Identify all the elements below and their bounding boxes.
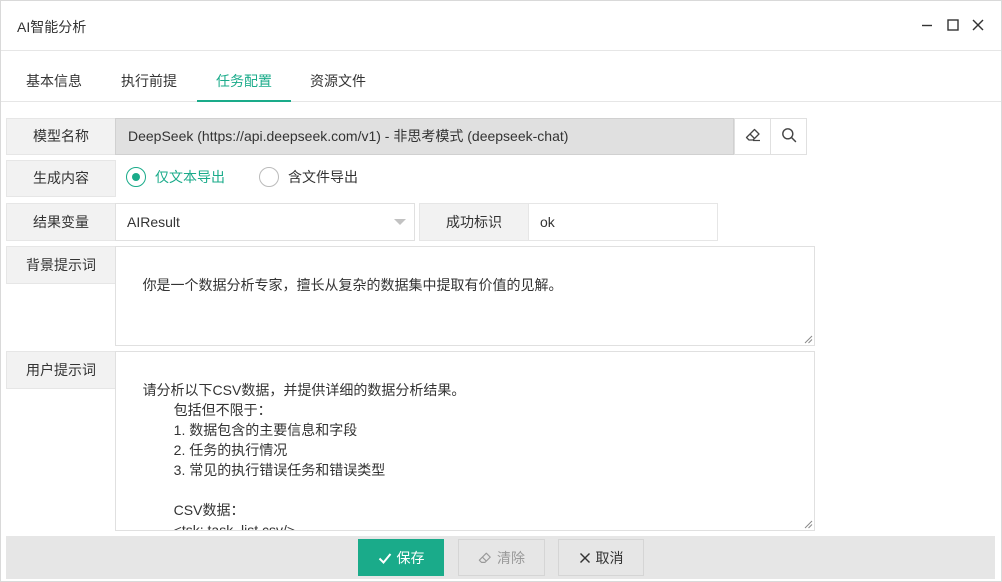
minimize-icon[interactable] <box>915 13 939 37</box>
clear-model-button[interactable] <box>734 118 771 155</box>
content-type-label: 生成内容 <box>6 160 116 197</box>
resize-grip-icon[interactable] <box>804 520 813 529</box>
background-prompt-text: 你是一个数据分析专家，擅长从复杂的数据集中提取有价值的见解。 <box>142 277 563 293</box>
dialog-title: AI智能分析 <box>17 19 87 35</box>
ai-analysis-dialog: AI智能分析 基本信息 执行前提 任务配置 资源文件 模型名称 DeepSeek… <box>0 0 1002 582</box>
clear-button[interactable]: 清除 <box>458 539 545 576</box>
result-variable-label: 结果变量 <box>6 203 116 241</box>
cancel-button-label: 取消 <box>595 549 624 566</box>
title-bar: AI智能分析 <box>1 1 1001 51</box>
close-icon <box>579 552 591 564</box>
radio-text-only-label: 仅文本导出 <box>155 169 225 185</box>
save-button-label: 保存 <box>396 549 425 566</box>
clear-button-label: 清除 <box>497 549 525 566</box>
resize-grip-icon[interactable] <box>804 335 813 344</box>
tab-task-config[interactable]: 任务配置 <box>197 52 291 102</box>
user-prompt-textarea[interactable]: 请分析以下CSV数据，并提供详细的数据分析结果。 包括但不限于： 1. 数据包含… <box>115 351 815 531</box>
success-flag-input[interactable]: ok <box>528 203 718 241</box>
tab-resource-files[interactable]: 资源文件 <box>293 52 383 102</box>
search-icon <box>781 127 797 146</box>
cancel-button[interactable]: 取消 <box>558 539 644 576</box>
tab-preconditions[interactable]: 执行前提 <box>104 52 194 102</box>
background-prompt-label: 背景提示词 <box>6 246 116 284</box>
radio-with-files[interactable]: 含文件导出 <box>259 167 358 187</box>
result-variable-select[interactable]: AIResult <box>115 203 415 241</box>
radio-text-only[interactable]: 仅文本导出 <box>126 167 225 187</box>
check-icon <box>378 551 392 565</box>
maximize-icon[interactable] <box>941 13 965 37</box>
dropdown-arrow-icon <box>394 219 406 225</box>
radio-unchecked-icon <box>259 167 279 187</box>
model-field: DeepSeek (https://api.deepseek.com/v1) -… <box>115 118 734 155</box>
radio-checked-icon <box>126 167 146 187</box>
tab-basic-info[interactable]: 基本信息 <box>9 52 99 102</box>
success-flag-label: 成功标识 <box>419 203 529 241</box>
model-label: 模型名称 <box>6 118 116 155</box>
save-button[interactable]: 保存 <box>358 539 444 576</box>
search-model-button[interactable] <box>770 118 807 155</box>
tab-bar: 基本信息 执行前提 任务配置 资源文件 <box>1 52 1001 102</box>
eraser-icon <box>745 127 761 146</box>
result-variable-value: AIResult <box>127 214 180 230</box>
eraser-icon <box>478 551 492 565</box>
user-prompt-label: 用户提示词 <box>6 351 116 389</box>
background-prompt-textarea[interactable]: 你是一个数据分析专家，擅长从复杂的数据集中提取有价值的见解。 <box>115 246 815 346</box>
user-prompt-text: 请分析以下CSV数据，并提供详细的数据分析结果。 包括但不限于： 1. 数据包含… <box>142 382 466 531</box>
dialog-footer: 保存 清除 取消 <box>6 536 995 579</box>
close-icon[interactable] <box>966 13 990 37</box>
radio-with-files-label: 含文件导出 <box>288 169 358 185</box>
